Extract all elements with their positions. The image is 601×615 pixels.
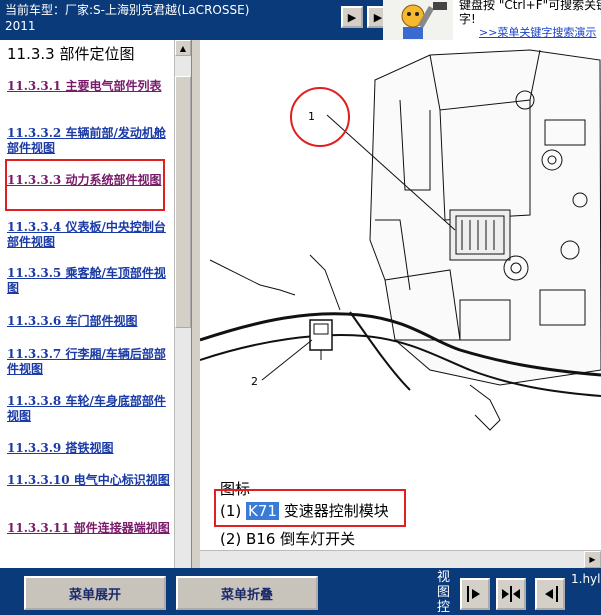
- arrow-up-icon: ▲: [179, 43, 187, 53]
- view-split-button[interactable]: [496, 578, 526, 610]
- toc-item-doors[interactable]: 11.3.3.6 车门部件视图: [7, 314, 173, 329]
- toc-item-front-engine-bay[interactable]: 11.3.3.2 车辆前部/发动机舱部件视图: [7, 126, 173, 156]
- arrow-right-icon: ▶: [589, 555, 596, 564]
- search-help-box: 键盘按 "Ctrl+F"可搜索关键 字! >>菜单关键字搜索演示: [453, 0, 601, 40]
- top-header: 当前车型：厂家:S-上海别克君越(LaCROSSE) 2011 ▶ ▶ 键盘按 …: [0, 0, 601, 40]
- panel-split-icon: [502, 586, 520, 602]
- play-icon: ▶: [373, 10, 383, 24]
- vehicle-line-1: 当前车型：厂家:S-上海别克君越(LaCROSSE): [5, 3, 250, 17]
- scroll-right-button[interactable]: ▶: [584, 551, 601, 568]
- current-vehicle-label: 当前车型：厂家:S-上海别克君越(LaCROSSE) 2011: [5, 2, 335, 34]
- callout-1-label: 1: [308, 110, 315, 123]
- scroll-up-button[interactable]: ▲: [175, 40, 191, 56]
- toc-highlight-box: [5, 159, 165, 211]
- toc-panel: 11.3.3 部件定位图 11.3.3.1 主要电气部件列表 11.3.3.2 …: [0, 40, 192, 568]
- callout-highlight-circle: [290, 87, 350, 147]
- view-control-label: 视图控: [437, 570, 451, 615]
- toc-item-instrument-panel[interactable]: 11.3.3.4 仪表板/中央控制台部件视图: [7, 220, 173, 250]
- toc-item-trunk-rear[interactable]: 11.3.3.7 行李厢/车辆后部部件视图: [7, 347, 173, 377]
- file-name-label: 1.hyl: [571, 572, 601, 586]
- mascot-icon: [383, 0, 453, 40]
- horizontal-scrollbar[interactable]: ▶: [200, 550, 601, 568]
- view-expand-left-button[interactable]: [535, 578, 565, 610]
- scroll-thumb[interactable]: [175, 76, 191, 328]
- legend-highlight-box: [214, 489, 406, 527]
- toc-item-main-electrical-parts[interactable]: 11.3.3.1 主要电气部件列表: [7, 79, 173, 94]
- powertrain-diagram: 1 2: [200, 49, 601, 431]
- toc-item-connector-end[interactable]: 11.3.3.11 部件连接器端视图: [7, 521, 173, 536]
- toc-item-passenger-roof[interactable]: 11.3.3.5 乘客舱/车顶部件视图: [7, 266, 173, 296]
- toc-item-ground[interactable]: 11.3.3.9 搭铁视图: [7, 441, 173, 456]
- diagram-panel: 1 2 图标 (1) K71 变速器控制模块 (2) B16 倒车灯开关 ▶: [200, 40, 601, 568]
- legend-item-2: (2) B16 倒车灯开关: [220, 530, 356, 548]
- search-demo-link[interactable]: >>菜单关键字搜索演示: [479, 24, 596, 40]
- panel-left-icon: [545, 586, 558, 602]
- menu-expand-button[interactable]: 菜单展开: [24, 576, 166, 610]
- play-icon: ▶: [347, 10, 357, 24]
- toc-scrollbar[interactable]: ▲: [174, 40, 191, 568]
- panel-right-icon: [467, 586, 480, 602]
- help-text-line-2: 字!: [459, 12, 476, 26]
- menu-collapse-button[interactable]: 菜单折叠: [176, 576, 318, 610]
- view-expand-right-button[interactable]: [460, 578, 490, 610]
- toc-item-wheels-underbody[interactable]: 11.3.3.8 车轮/车身底部部件视图: [7, 394, 173, 424]
- vehicle-line-2: 2011: [5, 19, 36, 33]
- toc-title: 11.3.3 部件定位图: [7, 45, 135, 63]
- help-text-line-1: 键盘按 "Ctrl+F"可搜索关键: [459, 0, 601, 12]
- bottom-toolbar: 菜单展开 菜单折叠 视图控 1.hyl: [0, 568, 601, 615]
- toc-item-electrical-center[interactable]: 11.3.3.10 电气中心标识视图: [7, 473, 173, 488]
- nav-forward-button[interactable]: ▶: [341, 6, 363, 28]
- callout-2-label: 2: [251, 375, 258, 388]
